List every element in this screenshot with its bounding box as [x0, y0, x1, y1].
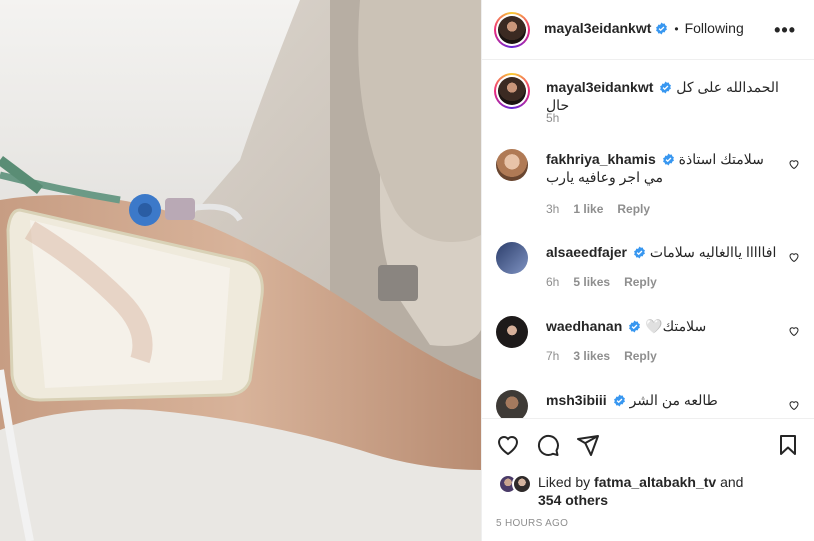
post-image	[0, 0, 481, 541]
comment-icon[interactable]	[536, 433, 560, 457]
share-icon[interactable]	[576, 433, 600, 457]
comment-username[interactable]: fakhriya_khamis	[546, 151, 656, 167]
verified-icon	[660, 81, 672, 94]
heart-icon[interactable]	[788, 325, 800, 337]
verified-icon	[634, 246, 645, 259]
heart-icon[interactable]	[788, 158, 800, 170]
author-username[interactable]: mayal3eidankwt	[544, 20, 651, 36]
more-icon[interactable]: •••	[774, 20, 796, 41]
comment-likes[interactable]: 1 like	[573, 202, 603, 216]
comment-text: alsaeedfajer افااااا ياالغاليه سلامات	[546, 243, 781, 261]
verified-icon	[656, 22, 668, 35]
comment-age: 6h	[546, 275, 560, 289]
verified-icon	[662, 153, 674, 166]
caption-text: mayal3eidankwt الحمدالله على كل حال	[546, 78, 781, 114]
comment-age: 3h	[546, 202, 560, 216]
caption-username[interactable]: mayal3eidankwt	[546, 79, 653, 95]
post-photo[interactable]	[0, 0, 481, 541]
liker-avatar	[512, 474, 532, 494]
bookmark-icon[interactable]	[776, 433, 800, 457]
comment-avatar[interactable]	[496, 149, 528, 181]
comment-meta: 6h 5 likes Reply	[546, 275, 657, 289]
likes-summary: Liked by fatma_altabakh_tv and 354 other…	[538, 473, 798, 509]
following-button[interactable]: Following	[685, 20, 744, 36]
verified-icon	[613, 394, 625, 407]
comment-text: msh3ibiii طالعه من الشر	[546, 391, 781, 409]
reply-button[interactable]: Reply	[624, 349, 657, 363]
post-details-panel: mayal3eidankwt • Following ••• mayal3eidan…	[481, 0, 814, 541]
liked-by-and: and	[720, 474, 744, 490]
heart-icon[interactable]	[788, 399, 800, 411]
caption-meta: 5h	[546, 111, 559, 125]
post-header: mayal3eidankwt • Following •••	[482, 0, 814, 60]
like-heart-icon[interactable]	[496, 433, 520, 457]
comment-username[interactable]: msh3ibiii	[546, 392, 607, 408]
comment-meta: 7h 3 likes Reply	[546, 349, 657, 363]
comment-body: سلامتك🤍	[645, 318, 707, 334]
caption-avatar[interactable]	[494, 73, 530, 109]
comment-text: fakhriya_khamis سلامتك استاذة مي اجر وعا…	[546, 150, 781, 186]
separator-dot: •	[674, 22, 679, 36]
liked-by-user[interactable]: fatma_altabakh_tv	[594, 474, 716, 490]
comment-body: افااااا ياالغاليه سلامات	[649, 244, 777, 260]
comment-age: 7h	[546, 349, 560, 363]
likers-avatars[interactable]	[498, 474, 538, 496]
comment-likes[interactable]: 5 likes	[573, 275, 610, 289]
comments-list[interactable]: mayal3eidankwt الحمدالله على كل حال 5h f…	[482, 61, 814, 418]
heart-icon[interactable]	[788, 251, 800, 263]
post-timestamp[interactable]: 5 HOURS AGO	[496, 518, 568, 529]
verified-icon	[629, 320, 641, 333]
reply-button[interactable]: Reply	[617, 202, 650, 216]
reply-button[interactable]: Reply	[624, 275, 657, 289]
comment-avatar[interactable]	[496, 390, 528, 418]
comment-meta: 3h 1 like Reply	[546, 202, 650, 216]
likes-count[interactable]: 354 others	[538, 492, 608, 508]
author-avatar[interactable]	[494, 12, 530, 48]
caption-age: 5h	[546, 111, 560, 125]
comment-avatar[interactable]	[496, 242, 528, 274]
comment-username[interactable]: waedhanan	[546, 318, 622, 334]
comment-username[interactable]: alsaeedfajer	[546, 244, 627, 260]
liked-by-prefix: Liked by	[538, 474, 591, 490]
comment-avatar[interactable]	[496, 316, 528, 348]
comment-text: waedhanan سلامتك🤍	[546, 317, 781, 335]
comment-likes[interactable]: 3 likes	[573, 349, 610, 363]
comment-body: طالعه من الشر	[629, 392, 718, 408]
